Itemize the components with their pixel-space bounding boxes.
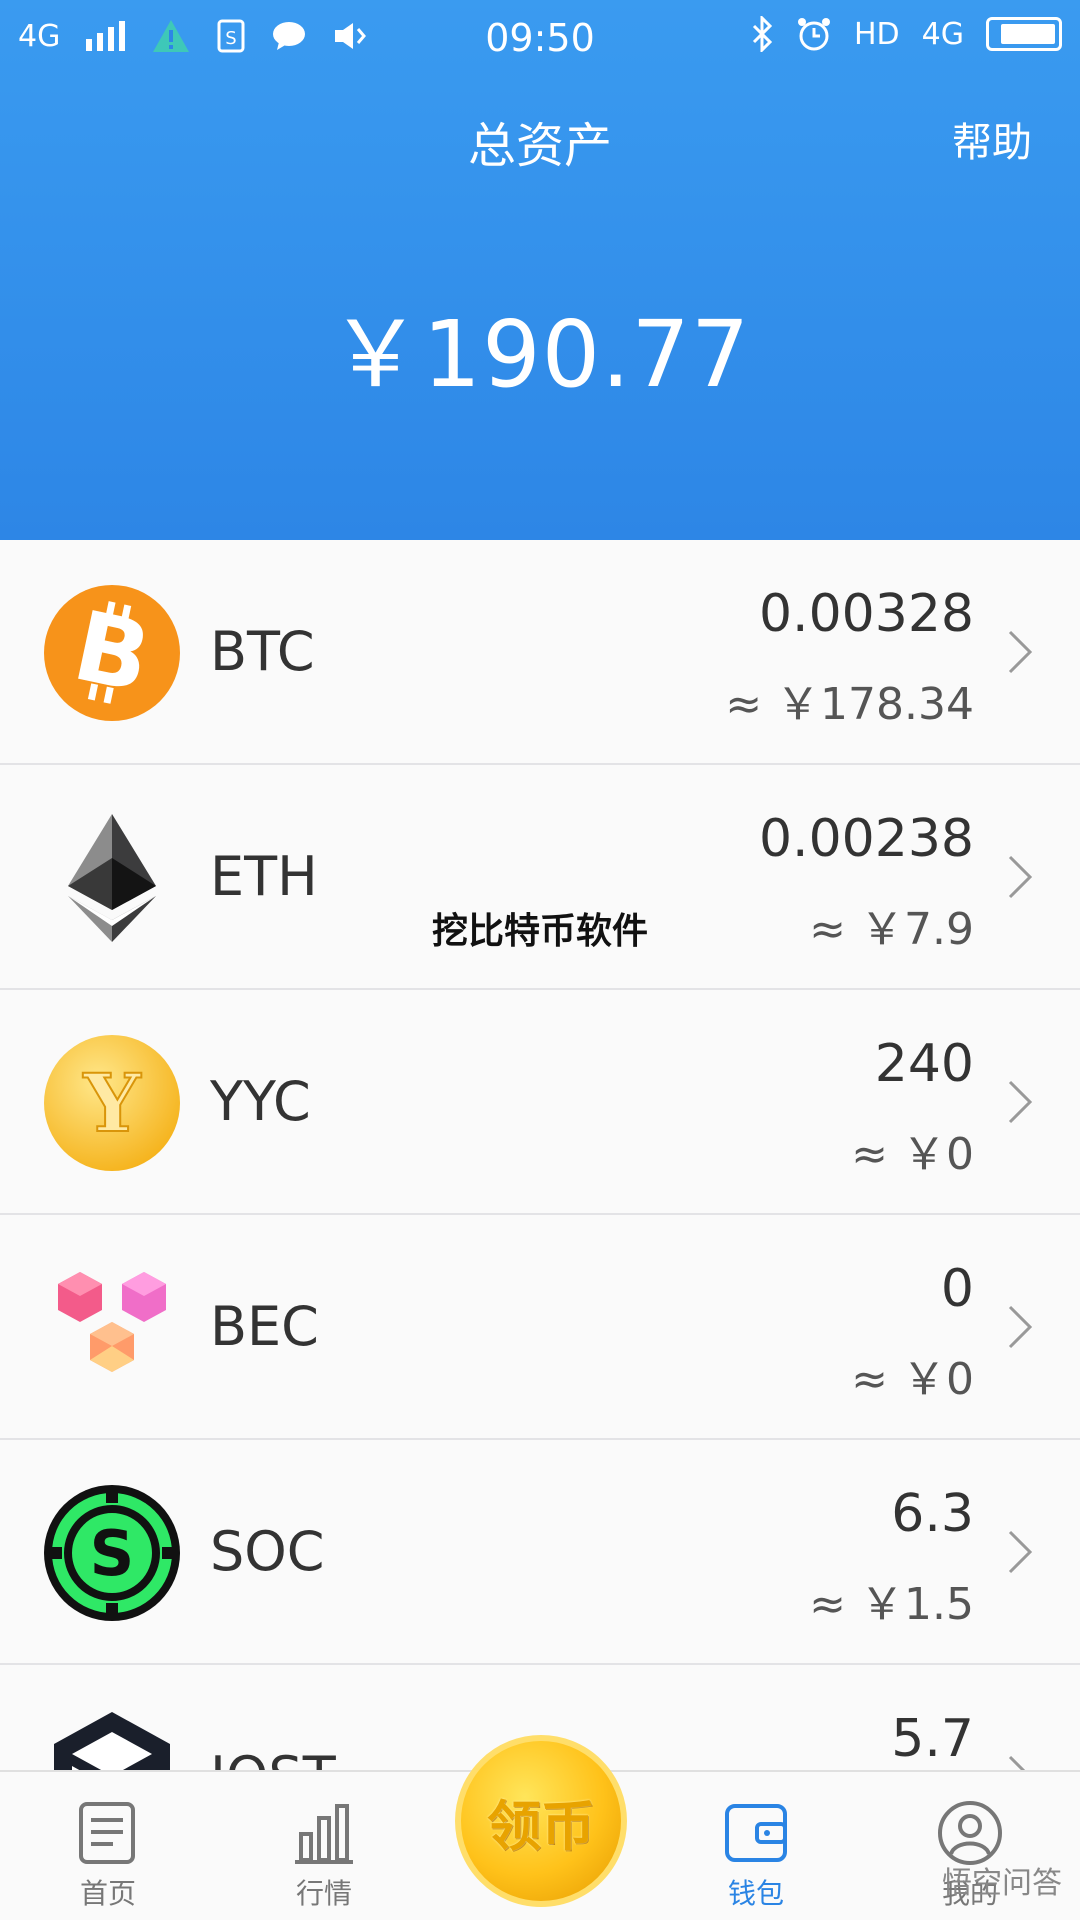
svg-text:Y: Y: [82, 1056, 141, 1150]
wallet-icon: [725, 1804, 787, 1862]
status-right: HD 4G: [750, 16, 1062, 52]
help-button[interactable]: 帮助: [952, 110, 1032, 168]
soc-dollar-icon: S: [44, 1485, 180, 1621]
coin-amount: 0: [940, 1259, 974, 1319]
title-bar: 总资产 帮助: [0, 96, 1080, 176]
page-title: 总资产: [467, 118, 612, 174]
network-type-right: 4G: [921, 16, 964, 52]
coin-row-soc[interactable]: S SOC 6.3 ≈ ￥1.5: [0, 1440, 1080, 1665]
status-bar: 4G S 09:50 HD 4G: [0, 0, 1080, 76]
tab-wallet[interactable]: 钱包: [686, 1798, 826, 1912]
coin-fiat-value: ≈ ￥0: [851, 1354, 974, 1405]
chevron-right-icon: [1008, 855, 1033, 899]
header: 4G S 09:50 HD 4G 总资产 帮助 ￥190.77: [0, 0, 1080, 540]
coin-list: B BTC 0.00328 ≈ ￥178.34 ETH 0.00238 ≈ ￥7…: [0, 540, 1080, 1890]
coin-amount: 0.00328: [758, 584, 974, 644]
chevron-right-icon: [1008, 1305, 1033, 1349]
bluetooth-icon: [752, 16, 773, 52]
battery-icon: [986, 17, 1062, 51]
tab-label: 首页: [79, 1877, 136, 1910]
coin-fiat-value: ≈ ￥0: [851, 1129, 974, 1180]
claim-coin-button[interactable]: 领币: [455, 1735, 627, 1907]
alarm-icon: [797, 18, 830, 51]
tab-label: 钱包: [727, 1877, 784, 1910]
coin-row-yyc[interactable]: Y YYC 240 ≈ ￥0: [0, 990, 1080, 1215]
home-document-icon: [79, 1802, 135, 1864]
bar-chart-icon: [295, 1804, 353, 1864]
overlay-caption: 挖比特币软件: [431, 911, 648, 952]
chevron-right-icon: [1008, 1080, 1033, 1124]
coin-symbol: YYC: [210, 1070, 311, 1133]
coin-fiat-value: ≈ ￥1.5: [809, 1579, 974, 1630]
claim-coin-label: 领币: [487, 1794, 595, 1858]
coin-symbol: BTC: [210, 620, 315, 683]
coin-row-bec[interactable]: BEC 0 ≈ ￥0: [0, 1215, 1080, 1440]
coin-amount: 6.3: [891, 1484, 974, 1544]
tab-label: 行情: [295, 1877, 352, 1910]
yyc-coin-icon: Y: [44, 1035, 180, 1171]
hd-label: HD: [853, 16, 900, 52]
coin-fiat-value: ≈ ￥178.34: [725, 679, 974, 730]
tab-home[interactable]: 首页: [38, 1798, 178, 1912]
coin-row-eth[interactable]: ETH 0.00238 ≈ ￥7.9: [0, 765, 1080, 990]
coin-symbol: SOC: [210, 1520, 325, 1583]
coin-symbol: BEC: [210, 1295, 319, 1358]
chevron-right-icon: [1008, 630, 1033, 674]
coin-amount: 0.00238: [758, 809, 974, 869]
svg-text:S: S: [90, 1517, 135, 1590]
brand-watermark: 悟空问答: [942, 1866, 1062, 1901]
bec-cubes-icon: [58, 1272, 166, 1372]
coin-symbol: ETH: [210, 845, 318, 908]
tab-market[interactable]: 行情: [254, 1798, 394, 1912]
chevron-right-icon: [1008, 1530, 1033, 1574]
total-assets-value: ￥190.77: [329, 301, 751, 408]
coin-row-btc[interactable]: B BTC 0.00328 ≈ ￥178.34: [0, 540, 1080, 765]
coin-amount: 240: [874, 1034, 974, 1094]
bitcoin-icon: B: [44, 585, 180, 721]
coin-amount: 5.7: [891, 1709, 974, 1769]
